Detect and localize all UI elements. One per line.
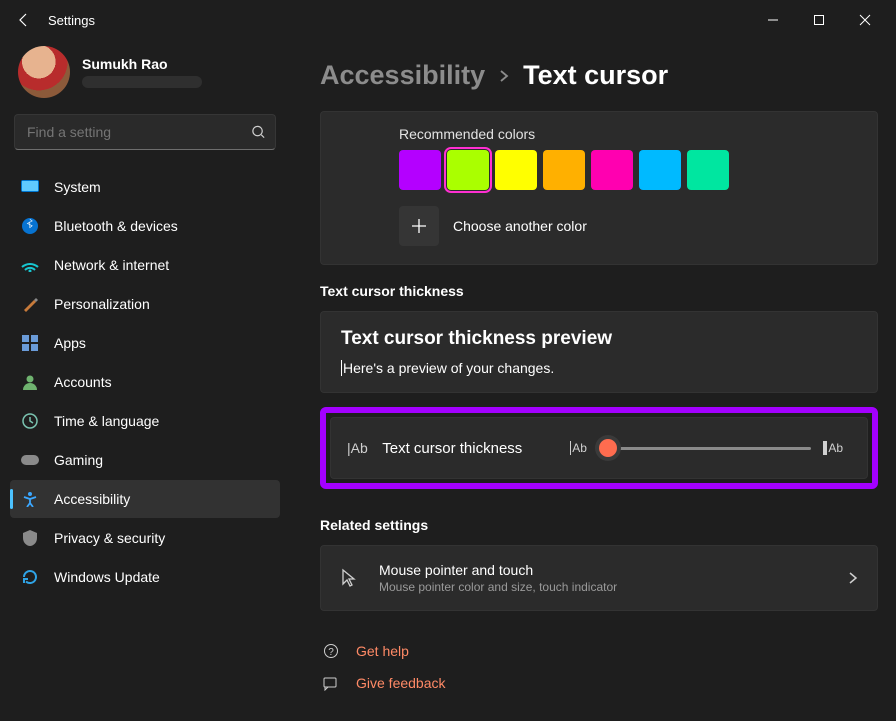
- recommended-colors-label: Recommended colors: [399, 126, 857, 142]
- color-swatch[interactable]: [543, 150, 585, 190]
- color-swatch[interactable]: [495, 150, 537, 190]
- thickness-min-icon: Ab: [570, 441, 587, 455]
- bluetooth-icon: [20, 216, 40, 236]
- thickness-slider[interactable]: [599, 438, 811, 458]
- sidebar: Sumukh Rao System Bluetooth & devices Ne…: [0, 40, 290, 721]
- mouse-pointer-icon: [339, 568, 361, 588]
- related-settings-heading: Related settings: [320, 517, 878, 533]
- get-help-label: Get help: [356, 643, 409, 659]
- mouse-pointer-link[interactable]: Mouse pointer and touch Mouse pointer co…: [320, 545, 878, 611]
- profile-block[interactable]: Sumukh Rao: [10, 40, 280, 114]
- slider-thumb[interactable]: [599, 439, 617, 457]
- thickness-section-heading: Text cursor thickness: [320, 283, 878, 299]
- apps-icon: [20, 333, 40, 353]
- personalization-icon: [20, 294, 40, 314]
- system-icon: [20, 177, 40, 197]
- close-button[interactable]: [842, 4, 888, 36]
- search-input[interactable]: [14, 114, 276, 150]
- profile-email-redacted: [82, 76, 202, 88]
- search-icon: [251, 125, 266, 140]
- network-icon: [20, 255, 40, 275]
- back-button[interactable]: [8, 4, 40, 36]
- svg-text:?: ?: [328, 647, 334, 658]
- minimize-button[interactable]: [750, 4, 796, 36]
- sidebar-item-label: Privacy & security: [54, 530, 165, 546]
- thickness-preview-card: Text cursor thickness preview Here's a p…: [320, 311, 878, 393]
- sidebar-item-label: Bluetooth & devices: [54, 218, 178, 234]
- choose-color-button[interactable]: [399, 206, 439, 246]
- chevron-right-icon: [847, 572, 859, 584]
- color-swatch[interactable]: [639, 150, 681, 190]
- help-icon: ?: [320, 643, 342, 659]
- sidebar-item-label: Network & internet: [54, 257, 169, 273]
- accessibility-icon: [20, 489, 40, 509]
- sidebar-item-label: System: [54, 179, 101, 195]
- color-swatch[interactable]: [447, 150, 489, 190]
- sidebar-item-accessibility[interactable]: Accessibility: [10, 480, 280, 518]
- thickness-max-icon: Ab: [823, 441, 843, 455]
- sidebar-item-label: Accessibility: [54, 491, 130, 507]
- chevron-right-icon: [497, 69, 511, 83]
- recommended-colors-card: Recommended colors Choose another color: [320, 111, 878, 265]
- sidebar-item-network[interactable]: Network & internet: [10, 246, 280, 284]
- maximize-button[interactable]: [796, 4, 842, 36]
- thickness-slider-row: |Ab Text cursor thickness Ab Ab: [330, 417, 868, 479]
- get-help-link[interactable]: ? Get help: [320, 635, 878, 667]
- breadcrumb-parent[interactable]: Accessibility: [320, 60, 485, 91]
- time-icon: [20, 411, 40, 431]
- privacy-icon: [20, 528, 40, 548]
- sidebar-item-apps[interactable]: Apps: [10, 324, 280, 362]
- plus-icon: [411, 218, 427, 234]
- color-swatch-row: [399, 150, 857, 190]
- sidebar-item-update[interactable]: Windows Update: [10, 558, 280, 596]
- thickness-preview-text: Here's a preview of your changes.: [341, 360, 857, 376]
- sidebar-item-personalization[interactable]: Personalization: [10, 285, 280, 323]
- text-cursor-icon: |Ab: [347, 440, 368, 456]
- breadcrumb: Accessibility Text cursor: [320, 60, 878, 91]
- color-swatch[interactable]: [591, 150, 633, 190]
- search-box[interactable]: [14, 114, 276, 150]
- link-title: Mouse pointer and touch: [379, 562, 617, 578]
- accounts-icon: [20, 372, 40, 392]
- sidebar-item-label: Personalization: [54, 296, 150, 312]
- feedback-icon: [320, 675, 342, 691]
- window-title: Settings: [48, 13, 95, 28]
- highlight-annotation: |Ab Text cursor thickness Ab Ab: [320, 407, 878, 489]
- main-content: Accessibility Text cursor Recommended co…: [290, 40, 896, 721]
- sidebar-item-privacy[interactable]: Privacy & security: [10, 519, 280, 557]
- sidebar-item-time[interactable]: Time & language: [10, 402, 280, 440]
- profile-name: Sumukh Rao: [82, 56, 202, 72]
- give-feedback-link[interactable]: Give feedback: [320, 667, 878, 699]
- give-feedback-label: Give feedback: [356, 675, 446, 691]
- link-subtitle: Mouse pointer color and size, touch indi…: [379, 580, 617, 594]
- sidebar-item-label: Time & language: [54, 413, 159, 429]
- sidebar-item-gaming[interactable]: Gaming: [10, 441, 280, 479]
- thickness-preview-title: Text cursor thickness preview: [341, 328, 857, 350]
- choose-color-label: Choose another color: [453, 218, 587, 234]
- sidebar-item-accounts[interactable]: Accounts: [10, 363, 280, 401]
- sidebar-item-label: Gaming: [54, 452, 103, 468]
- title-bar: Settings: [0, 0, 896, 40]
- sidebar-item-label: Apps: [54, 335, 86, 351]
- sidebar-item-label: Accounts: [54, 374, 112, 390]
- color-swatch[interactable]: [399, 150, 441, 190]
- color-swatch[interactable]: [687, 150, 729, 190]
- sidebar-item-label: Windows Update: [54, 569, 160, 585]
- breadcrumb-current: Text cursor: [523, 60, 668, 91]
- sidebar-item-system[interactable]: System: [10, 168, 280, 206]
- thickness-row-label: Text cursor thickness: [382, 440, 562, 457]
- avatar: [18, 46, 70, 98]
- sidebar-item-bluetooth[interactable]: Bluetooth & devices: [10, 207, 280, 245]
- update-icon: [20, 567, 40, 587]
- gaming-icon: [20, 450, 40, 470]
